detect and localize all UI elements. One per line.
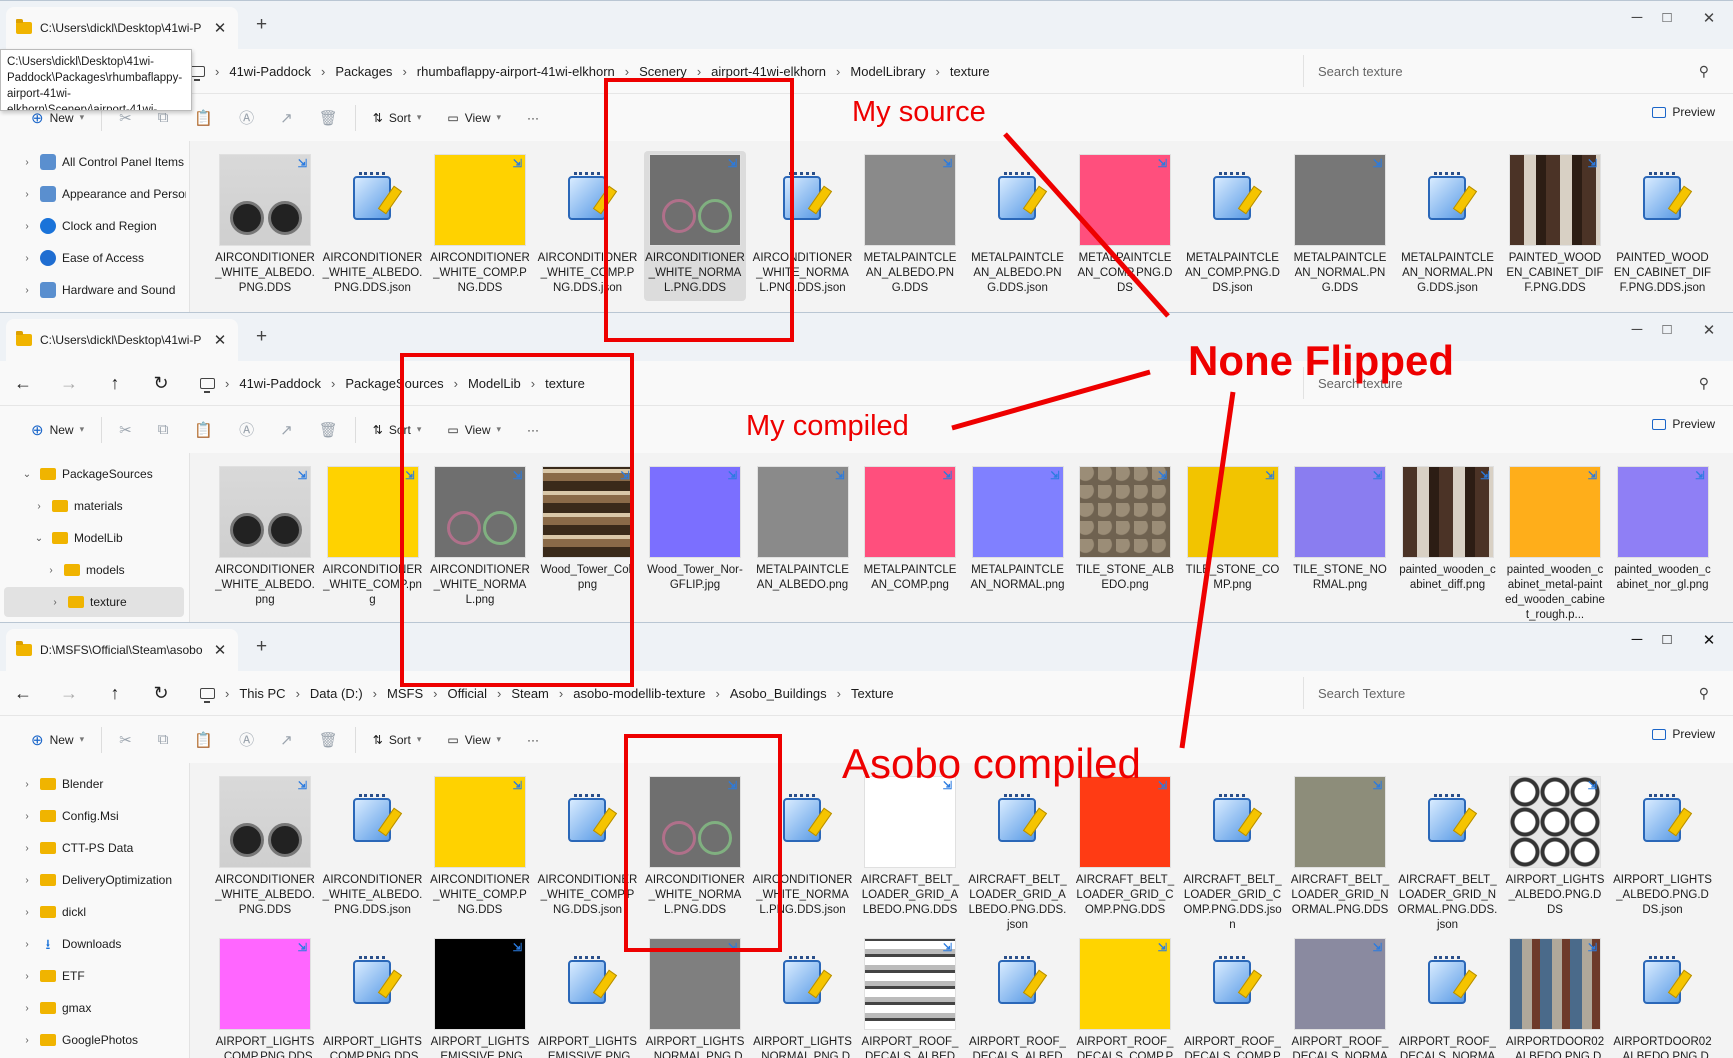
annotation-my-compiled: My compiled	[746, 410, 909, 442]
path-tooltip: C:\Users\dickl\Desktop\41wi-Paddock\Pack…	[0, 49, 192, 111]
annotation-asobo-compiled: Asobo compiled	[842, 740, 1141, 787]
annotation-line	[1179, 391, 1236, 749]
annotation-none-flipped: None Flipped	[1188, 337, 1454, 384]
annotation-line	[1003, 132, 1170, 318]
annotation-my-source: My source	[852, 96, 986, 128]
annotation-line	[951, 369, 1151, 431]
annotation-lines	[951, 132, 1236, 749]
